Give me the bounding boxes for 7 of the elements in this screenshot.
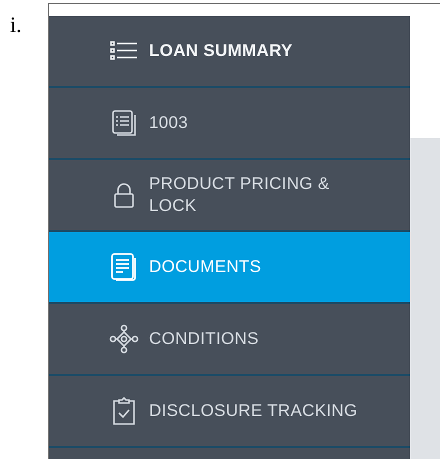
sidebar-item[interactable]: LOAN SUMMARY: [49, 16, 410, 88]
document-icon: [109, 252, 139, 282]
sidebar-item[interactable]: 1003: [49, 88, 410, 160]
document-list-icon: [109, 108, 139, 138]
sidebar-item[interactable]: DOCUMENTS: [49, 232, 410, 304]
list-marker: i.: [9, 11, 23, 38]
network-icon: [109, 324, 139, 354]
